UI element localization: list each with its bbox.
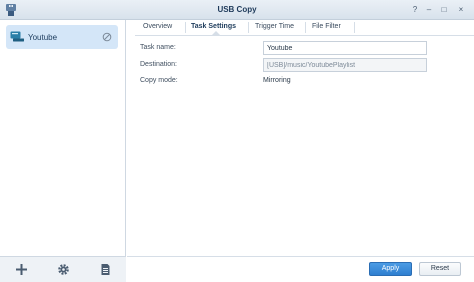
- tab-divider: [248, 22, 249, 33]
- copy-mode-label: Copy mode:: [140, 77, 178, 84]
- action-bar: Apply Reset: [127, 256, 474, 282]
- log-icon: [101, 264, 110, 275]
- tab-task-settings[interactable]: Task Settings: [191, 23, 236, 30]
- disabled-status-icon: [102, 32, 112, 42]
- task-label: Youtube: [28, 33, 58, 42]
- destination-field: [263, 58, 427, 72]
- task-item-youtube[interactable]: Youtube: [6, 25, 118, 49]
- destination-label: Destination:: [140, 61, 177, 68]
- help-icon[interactable]: ?: [410, 5, 420, 15]
- close-icon[interactable]: ×: [456, 5, 466, 15]
- usb-task-icon: [10, 31, 24, 42]
- tab-divider: [185, 22, 186, 33]
- gear-icon: [58, 264, 69, 275]
- tab-divider: [305, 22, 306, 33]
- maximize-icon[interactable]: □: [439, 5, 449, 15]
- add-task-button[interactable]: [0, 257, 42, 282]
- sidebar-toolbar: [0, 256, 126, 282]
- tab-trigger-time[interactable]: Trigger Time: [255, 23, 294, 30]
- tab-divider: [354, 22, 355, 33]
- task-sidebar: Youtube: [0, 20, 126, 282]
- tab-file-filter[interactable]: File Filter: [312, 23, 341, 30]
- window-titlebar[interactable]: USB Copy ? – □ ×: [0, 0, 474, 20]
- window-title: USB Copy: [217, 5, 257, 14]
- task-name-input[interactable]: [263, 41, 427, 55]
- scrollbar[interactable]: [466, 36, 474, 262]
- settings-button[interactable]: [42, 257, 84, 282]
- apply-button[interactable]: Apply: [369, 262, 412, 276]
- tab-overview[interactable]: Overview: [143, 23, 172, 30]
- plus-icon: [16, 264, 27, 275]
- minimize-icon[interactable]: –: [424, 5, 434, 15]
- copy-mode-value: Mirroring: [263, 77, 291, 84]
- reset-button[interactable]: Reset: [419, 262, 461, 276]
- log-button[interactable]: [84, 257, 126, 282]
- main-panel: Overview Task Settings Trigger Time File…: [127, 20, 474, 282]
- task-name-label: Task name:: [140, 44, 176, 51]
- tab-bar: Overview Task Settings Trigger Time File…: [135, 20, 474, 36]
- active-tab-indicator: [211, 31, 221, 36]
